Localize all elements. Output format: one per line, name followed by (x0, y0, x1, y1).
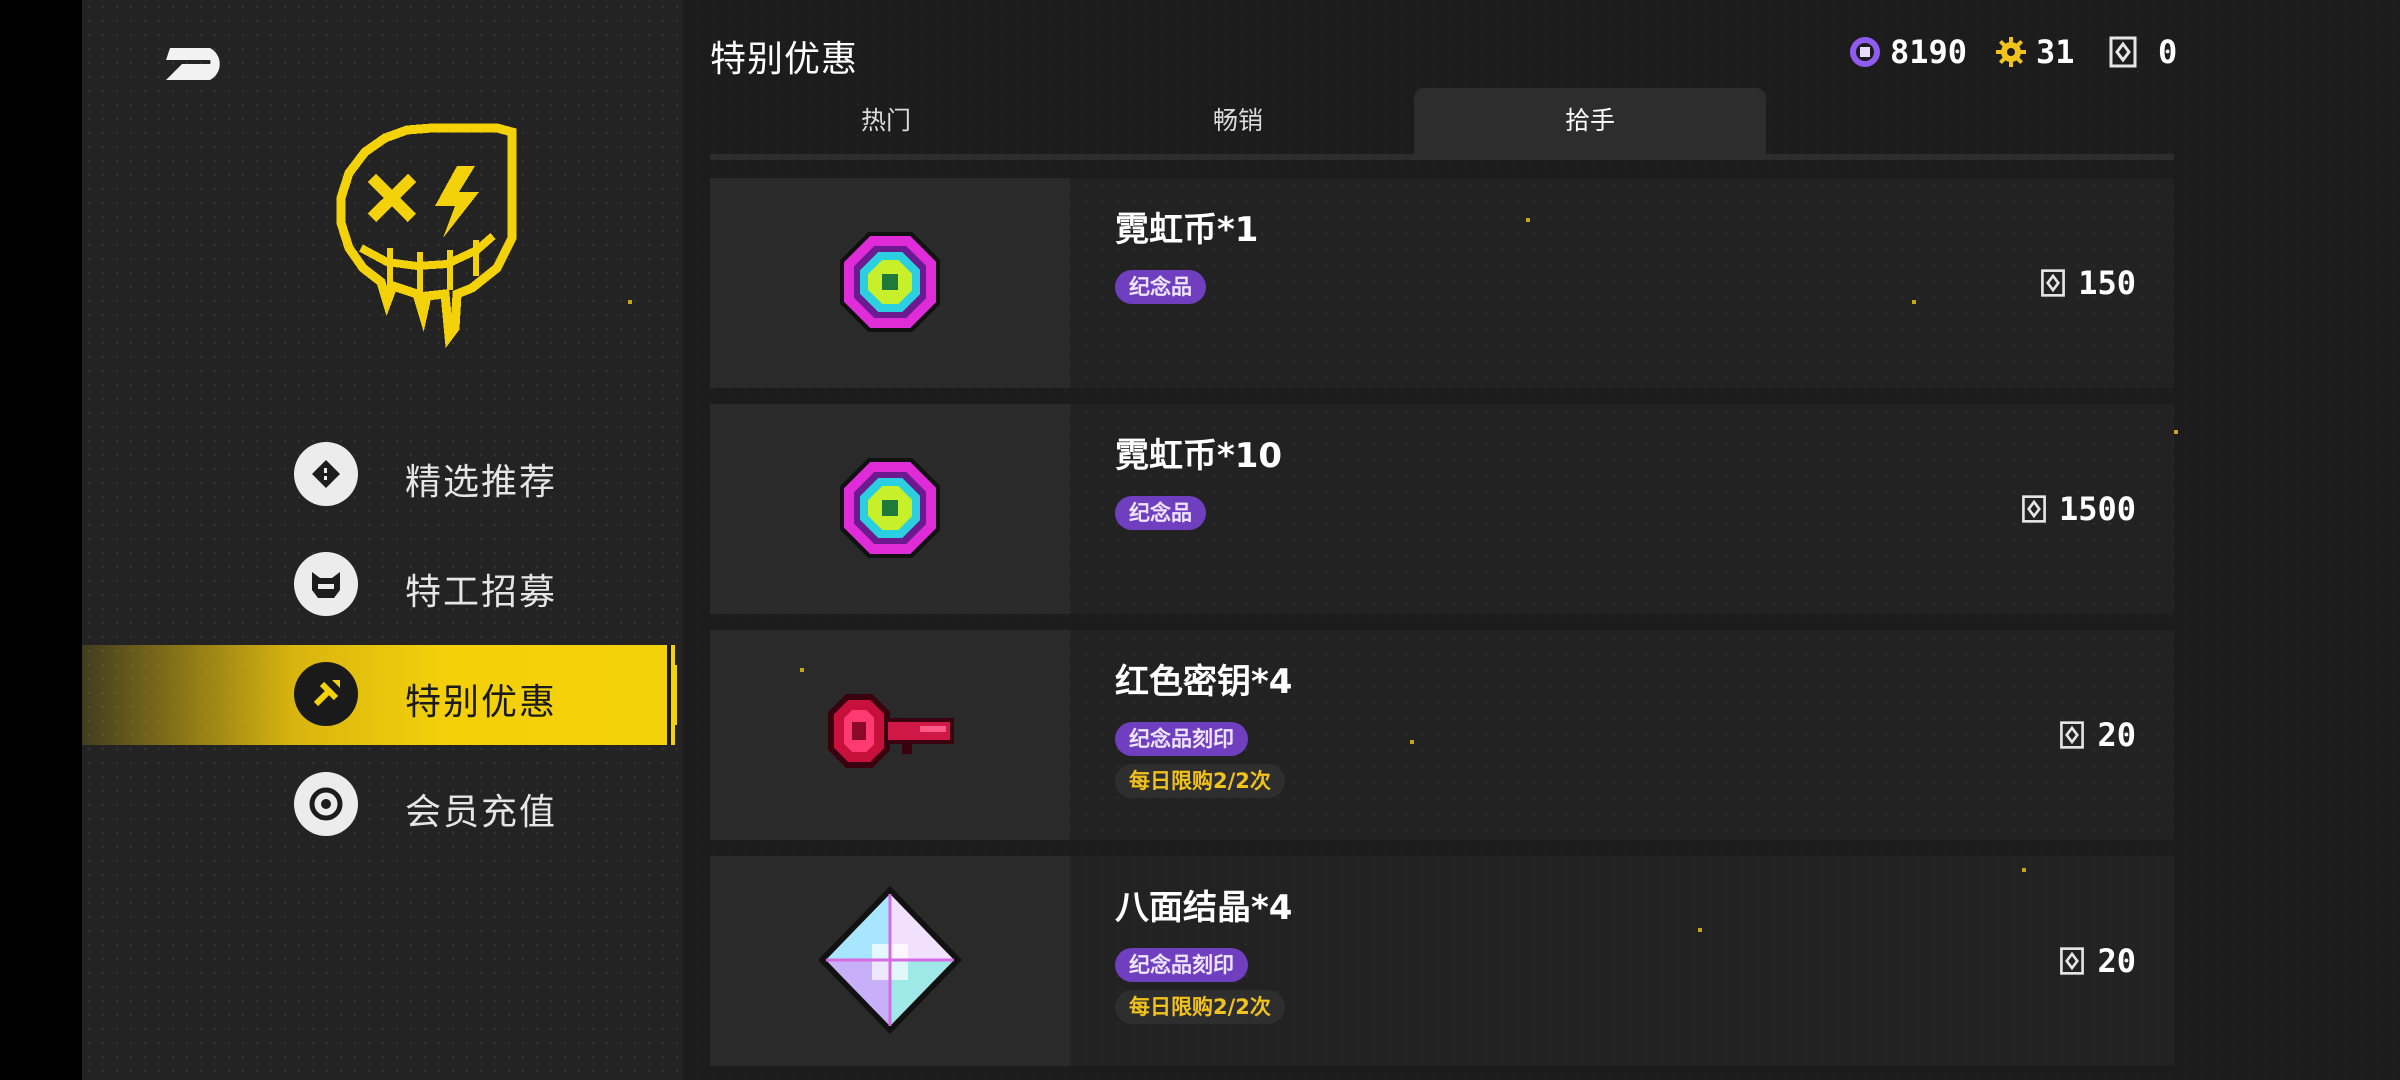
active-indicator (667, 645, 683, 745)
sidebar-item-special-offer[interactable]: 特别优惠 (82, 645, 683, 745)
purchase-limit-badge: 每日限购2/2次 (1115, 990, 1285, 1024)
sidebar-item-label: 特别优惠 (405, 682, 558, 723)
item-price[interactable]: 20 (2057, 940, 2136, 982)
currency-ticket: 0 (2106, 30, 2177, 74)
sidebar-item-featured[interactable]: 精选推荐 (82, 425, 683, 525)
ticket-icon (2109, 36, 2137, 68)
item-price[interactable]: 150 (2038, 262, 2136, 304)
shop-item-row[interactable]: 八面结晶*4 纪念品刻印 每日限购2/2次 20 (710, 856, 2174, 1066)
ticket-icon (2041, 269, 2066, 297)
purple-coin-icon (1850, 37, 1880, 67)
sidebar: 精选推荐 特工招募 特别优惠 会员充值 (82, 0, 683, 1080)
tab-divider (710, 154, 2174, 160)
decorative-speck (1912, 300, 1916, 304)
ticket-icon (2060, 947, 2085, 975)
item-thumbnail (710, 630, 1070, 840)
sidebar-item-label: 特工招募 (405, 572, 558, 613)
item-badge: 纪念品 (1115, 496, 1206, 530)
tab-hot[interactable]: 热门 (710, 88, 1062, 154)
ticket-icon (2022, 495, 2046, 523)
neon-coin-icon (840, 232, 940, 332)
shop-item-row[interactable]: 霓虹币*10 纪念品 1500 (710, 404, 2174, 614)
item-badge: 纪念品刻印 (1115, 722, 1248, 756)
item-name: 霓虹币*10 (1115, 436, 1283, 476)
yellow-smiley-logo (327, 118, 537, 358)
wrench-bolt-icon (294, 662, 358, 726)
currency-gold-gear: 31 (1994, 30, 2075, 74)
decorative-speck (800, 668, 804, 672)
red-key-icon (828, 694, 954, 768)
currency-value: 8190 (1890, 33, 1968, 71)
currency-purple-coin: 8190 (1848, 30, 1967, 74)
tab-bargain[interactable]: 拾手 (1414, 88, 1766, 154)
decorative-speck (2174, 430, 2178, 434)
octahedron-crystal-icon (818, 886, 962, 1034)
tab-bar: 热门 畅销 拾手 (710, 88, 2174, 160)
ticket-icon (2060, 721, 2085, 749)
gold-gear-icon (1996, 37, 2026, 67)
shop-screen: 精选推荐 特工招募 特别优惠 会员充值 特别优惠 8190 31 0 热门 畅销… (82, 0, 2400, 1080)
item-price[interactable]: 20 (2057, 714, 2136, 756)
item-price[interactable]: 1500 (2019, 488, 2136, 530)
item-thumbnail (710, 178, 1070, 388)
tab-bestselling[interactable]: 畅销 (1062, 88, 1414, 154)
decorative-speck (1698, 928, 1702, 932)
neon-coin-icon (840, 458, 940, 558)
decorative-speck (1526, 218, 1530, 222)
item-name: 红色密钥*4 (1115, 662, 1293, 702)
item-name: 霓虹币*1 (1115, 210, 1259, 250)
purchase-limit-badge: 每日限购2/2次 (1115, 764, 1285, 798)
target-ring-icon (294, 772, 358, 836)
item-badge: 纪念品刻印 (1115, 948, 1248, 982)
item-badge: 纪念品 (1115, 270, 1206, 304)
item-name: 八面结晶*4 (1115, 888, 1293, 928)
sidebar-item-agent-recruit[interactable]: 特工招募 (82, 535, 683, 635)
shop-item-row[interactable]: 霓虹币*1 纪念品 150 (710, 178, 2174, 388)
price-value: 20 (2097, 716, 2136, 754)
item-thumbnail (710, 856, 1070, 1066)
price-value: 150 (2078, 264, 2136, 302)
sidebar-item-label: 精选推荐 (405, 462, 558, 503)
ticket-tag-icon (294, 442, 358, 506)
item-thumbnail (710, 404, 1070, 614)
sidebar-item-membership-recharge[interactable]: 会员充值 (82, 755, 683, 855)
cat-mask-icon (294, 552, 358, 616)
price-value: 20 (2097, 942, 2136, 980)
back-arrow-icon[interactable] (164, 34, 236, 82)
shop-item-row[interactable]: 红色密钥*4 纪念品刻印 每日限购2/2次 20 (710, 630, 2174, 840)
decorative-speck (2022, 868, 2026, 872)
price-value: 1500 (2058, 490, 2136, 528)
decorative-speck (1410, 740, 1414, 744)
currency-value: 31 (2036, 33, 2075, 71)
decorative-speck (628, 300, 632, 304)
sidebar-item-label: 会员充值 (405, 792, 558, 833)
page-title: 特别优惠 (710, 39, 859, 80)
currency-value: 0 (2158, 33, 2178, 71)
